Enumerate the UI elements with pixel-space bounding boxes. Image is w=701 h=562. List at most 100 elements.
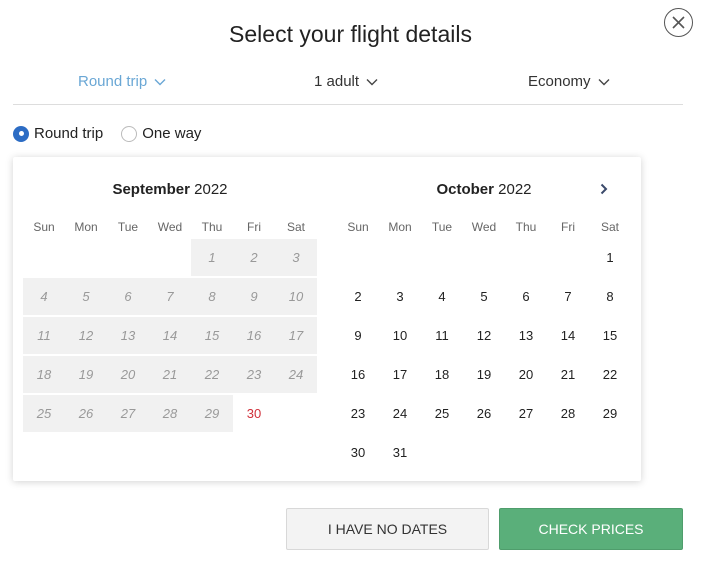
calendar-day[interactable]: 2 <box>337 278 379 315</box>
calendar-day[interactable]: 21 <box>547 356 589 393</box>
weekday-label: Mon <box>74 220 98 234</box>
trip-type-label: Round trip <box>78 73 148 90</box>
weekday-label: Sat <box>600 220 619 234</box>
calendar-day: 13 <box>107 317 149 354</box>
calendar-day[interactable]: 25 <box>421 395 463 432</box>
calendar-day[interactable]: 19 <box>463 356 505 393</box>
calendar-day[interactable]: 28 <box>547 395 589 432</box>
calendar-day[interactable]: 15 <box>589 317 631 354</box>
calendar-day[interactable]: 30 <box>337 434 379 471</box>
calendar-day: 29 <box>191 395 233 432</box>
radio-one-way[interactable]: One way <box>121 125 201 142</box>
check-prices-button[interactable]: CHECK PRICES <box>499 508 683 550</box>
calendar-day: 5 <box>65 278 107 315</box>
cabin-class-label: Economy <box>528 73 591 90</box>
weekday-label: Wed <box>471 220 497 234</box>
calendar-day[interactable]: 31 <box>379 434 421 471</box>
calendar-day[interactable]: 6 <box>505 278 547 315</box>
cabin-class-dropdown[interactable]: Economy <box>528 73 610 90</box>
calendar-day[interactable]: 12 <box>463 317 505 354</box>
calendar-day[interactable]: 9 <box>337 317 379 354</box>
calendar-day: 8 <box>191 278 233 315</box>
dialog-title: Select your flight details <box>229 21 472 47</box>
weekday-label: Sun <box>347 220 369 234</box>
no-dates-button[interactable]: I HAVE NO DATES <box>286 508 489 550</box>
calendar-day[interactable]: 1 <box>589 239 631 276</box>
weekday-label: Mon <box>388 220 412 234</box>
calendar-day[interactable]: 27 <box>505 395 547 432</box>
calendar-day[interactable]: 30 <box>233 395 275 432</box>
chevron-right-icon <box>600 183 608 195</box>
calendar-panel: September 2022 Sun Mon Tue Wed Thu Fri S… <box>13 157 641 481</box>
calendar-day: 27 <box>107 395 149 432</box>
calendar-day: 1 <box>191 239 233 276</box>
calendar-day[interactable]: 18 <box>421 356 463 393</box>
calendar-day: 26 <box>65 395 107 432</box>
calendar-day[interactable]: 24 <box>379 395 421 432</box>
weekday-header: Sun Mon Tue Wed Thu Fri Sat <box>337 220 631 234</box>
calendar-day[interactable]: 8 <box>589 278 631 315</box>
calendar-day: 24 <box>275 356 317 393</box>
calendar-day: 18 <box>23 356 65 393</box>
passengers-dropdown[interactable]: 1 adult <box>314 73 378 90</box>
calendar-day[interactable]: 23 <box>337 395 379 432</box>
calendar-day[interactable]: 10 <box>379 317 421 354</box>
calendar-day[interactable]: 7 <box>547 278 589 315</box>
weekday-label: Fri <box>247 220 261 234</box>
calendar-day: 28 <box>149 395 191 432</box>
calendar-day[interactable]: 17 <box>379 356 421 393</box>
chevron-down-icon <box>598 78 610 85</box>
calendar-day: 20 <box>107 356 149 393</box>
radio-checked-icon <box>13 125 29 142</box>
weekday-label: Sun <box>33 220 55 234</box>
calendar-day: 25 <box>23 395 65 432</box>
weekday-label: Sat <box>286 220 305 234</box>
weekday-label: Thu <box>515 220 537 234</box>
calendar-month: October 2022 Sun Mon Tue Wed Thu Fri Sat… <box>337 157 631 481</box>
chevron-down-icon <box>154 78 166 85</box>
calendar-day[interactable]: 14 <box>547 317 589 354</box>
next-month-button[interactable] <box>599 182 609 200</box>
calendar-day: 6 <box>107 278 149 315</box>
calendar-day: 7 <box>149 278 191 315</box>
trip-type-dropdown[interactable]: Round trip <box>78 73 166 90</box>
weekday-label: Wed <box>157 220 183 234</box>
calendar-day: 21 <box>149 356 191 393</box>
month-name: October <box>436 181 494 198</box>
calendar-day: 17 <box>275 317 317 354</box>
calendar-day[interactable]: 20 <box>505 356 547 393</box>
trip-type-radio-group: Round trip One way <box>13 125 201 142</box>
weekday-label: Tue <box>117 220 139 234</box>
calendar-day[interactable]: 26 <box>463 395 505 432</box>
radio-label: Round trip <box>34 125 104 142</box>
calendar-day[interactable]: 22 <box>589 356 631 393</box>
calendar-day: 15 <box>191 317 233 354</box>
month-name: September <box>112 181 190 198</box>
calendar-day[interactable]: 13 <box>505 317 547 354</box>
month-title: October 2022 <box>337 181 631 198</box>
calendar-day[interactable]: 29 <box>589 395 631 432</box>
month-title: September 2022 <box>23 181 317 198</box>
calendar-day[interactable]: 5 <box>463 278 505 315</box>
calendar-day: 9 <box>233 278 275 315</box>
calendar-day[interactable]: 16 <box>337 356 379 393</box>
calendar-month: September 2022 Sun Mon Tue Wed Thu Fri S… <box>23 157 317 481</box>
month-year: 2022 <box>498 181 532 198</box>
calendar-day: 14 <box>149 317 191 354</box>
radio-label: One way <box>142 125 202 142</box>
weekday-header: Sun Mon Tue Wed Thu Fri Sat <box>23 220 317 234</box>
calendar-day: 22 <box>191 356 233 393</box>
radio-round-trip[interactable]: Round trip <box>13 125 103 142</box>
weekday-label: Thu <box>201 220 223 234</box>
divider <box>13 104 683 105</box>
calendar-day[interactable]: 4 <box>421 278 463 315</box>
month-year: 2022 <box>194 181 228 198</box>
chevron-down-icon <box>366 78 378 85</box>
passengers-label: 1 adult <box>314 73 360 90</box>
calendar-day[interactable]: 11 <box>421 317 463 354</box>
calendar-day: 12 <box>65 317 107 354</box>
radio-unchecked-icon <box>121 125 138 142</box>
weekday-label: Tue <box>431 220 453 234</box>
calendar-day[interactable]: 3 <box>379 278 421 315</box>
calendar-day: 19 <box>65 356 107 393</box>
